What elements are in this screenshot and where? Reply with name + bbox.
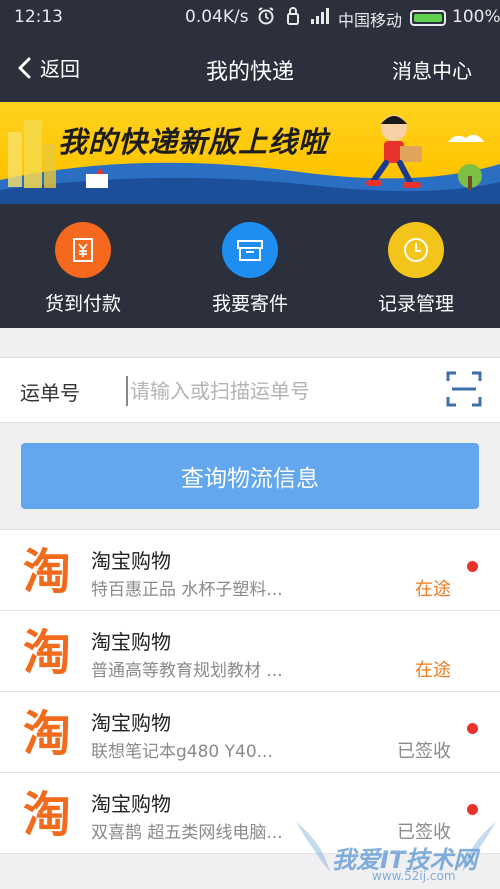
carrier-name: 中国移动 [338, 11, 403, 30]
banner-headline: 我的快递新版上线啦 [58, 125, 329, 159]
records-label: 记录管理 [377, 293, 454, 315]
shipment-name: 淘宝购物 [91, 711, 171, 735]
scan-button[interactable] [446, 371, 482, 407]
shipment-desc: 特百惠正品 水杯子塑料... [91, 580, 283, 600]
svg-text:淘: 淘 [23, 544, 71, 598]
taobao-logo-icon: 淘 [23, 544, 71, 598]
shipment-status: 在途 [415, 660, 451, 681]
taobao-logo-icon: 淘 [23, 706, 71, 760]
send-parcel-action[interactable]: 我要寄件 [180, 222, 320, 316]
shipment-name: 淘宝购物 [91, 630, 171, 654]
send-parcel-label: 我要寄件 [211, 293, 288, 315]
shipment-name: 淘宝购物 [91, 549, 171, 573]
status-time: 12:13 [14, 7, 63, 27]
site-watermark: 我爱IT技术网 www.52ij.com [292, 812, 500, 889]
svg-text:淘: 淘 [23, 625, 71, 679]
network-speed: 0.04K/s [185, 7, 249, 27]
alarm-icon [258, 7, 274, 25]
yuan-receipt-icon [55, 222, 111, 278]
tracking-label: 运单号 [20, 381, 80, 405]
records-action[interactable]: 记录管理 [346, 222, 486, 316]
cod-label: 货到付款 [44, 293, 121, 315]
clock-icon [388, 222, 444, 278]
status-bar: 12:13 0.04K/s 中国移动 100% [0, 0, 500, 35]
nav-bar: 返回 我的快递 消息中心 [0, 35, 500, 102]
tracking-number-input[interactable] [130, 374, 430, 408]
shipment-status: 已签收 [397, 741, 451, 762]
sim-lock-icon [287, 7, 299, 25]
svg-text:淘: 淘 [23, 706, 71, 760]
battery-percent: 100% [452, 7, 500, 27]
shipment-list: 淘 淘宝购物 特百惠正品 水杯子塑料... 在途 淘 淘宝购物 普通高等教育规划… [0, 529, 500, 854]
promo-banner[interactable]: 我的快递新版上线啦 [0, 102, 500, 204]
svg-text:淘: 淘 [23, 787, 71, 841]
box-icon [222, 222, 278, 278]
input-cursor [126, 376, 128, 406]
status-icons [256, 6, 332, 26]
scan-icon [446, 371, 482, 407]
taobao-logo-icon: 淘 [23, 625, 71, 679]
taobao-logo-icon: 淘 [23, 787, 71, 841]
shipment-row[interactable]: 淘 淘宝购物 普通高等教育规划教材 ... 在途 [0, 611, 500, 692]
shipment-name: 淘宝购物 [91, 792, 171, 816]
quick-actions: 货到付款 我要寄件 记录管理 [0, 204, 500, 328]
shipment-desc: 双喜鹊 超五类网线电脑... [91, 823, 283, 843]
tracking-form: 运单号 [0, 357, 500, 423]
shipment-desc: 普通高等教育规划教材 ... [91, 661, 283, 681]
query-logistics-button[interactable]: 查询物流信息 [21, 443, 479, 509]
shipment-row[interactable]: 淘 淘宝购物 联想笔记本g480 Y40... 已签收 [0, 692, 500, 773]
shipment-status: 在途 [415, 579, 451, 600]
watermark-url: www.52ij.com [372, 869, 456, 883]
unread-dot [467, 561, 478, 572]
shipment-desc: 联想笔记本g480 Y40... [91, 742, 273, 762]
message-center-link[interactable]: 消息中心 [392, 55, 472, 84]
cod-action[interactable]: 货到付款 [13, 222, 153, 316]
signal-icon [311, 8, 329, 24]
battery-icon [410, 10, 446, 26]
shipment-row[interactable]: 淘 淘宝购物 特百惠正品 水杯子塑料... 在途 [0, 530, 500, 611]
unread-dot [467, 723, 478, 734]
